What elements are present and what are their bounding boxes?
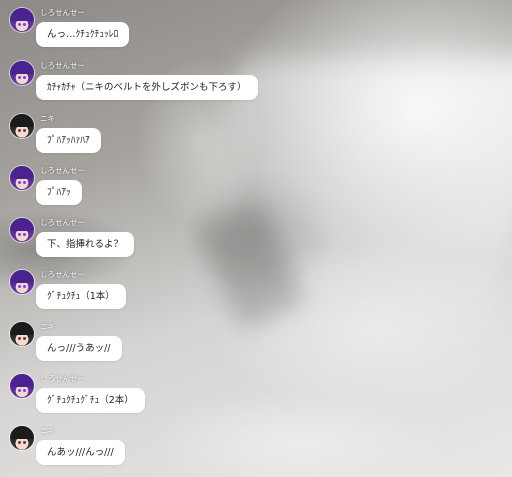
- message-bubble[interactable]: ｸﾞﾁｭｸﾁｭｸﾞﾁｭ（2本）: [36, 388, 145, 413]
- chat-message-list[interactable]: しろせんせー んっ…ｸﾁｭｸﾁｭｯﾚﾛ しろせんせー ｶﾁｬｶﾁｬ（ニキのベルト…: [0, 0, 512, 477]
- message-bubble[interactable]: ﾌﾟﾊｱｯ: [36, 180, 82, 205]
- message-bubble[interactable]: 下、指挿れるよ？: [36, 232, 135, 257]
- sender-name: しろせんせー: [40, 8, 85, 17]
- sender-name: ニキ: [40, 114, 55, 123]
- avatar[interactable]: [10, 218, 34, 242]
- message-bubble[interactable]: ﾌﾟﾊｱｯﾊｧﾊｱ: [36, 128, 101, 153]
- message-bubble[interactable]: んあッ///んっ///: [36, 440, 125, 465]
- avatar[interactable]: [10, 114, 34, 138]
- message-bubble[interactable]: ｶﾁｬｶﾁｬ（ニキのベルトを外しズボンも下ろす）: [36, 75, 258, 100]
- sender-name: しろせんせー: [40, 218, 85, 227]
- message-bubble[interactable]: ｸﾞﾁｭｸﾁｭ（1本）: [36, 284, 126, 309]
- message-bubble[interactable]: んっ///うあッ//: [36, 336, 122, 361]
- avatar[interactable]: [10, 322, 34, 346]
- sender-name: しろせんせー: [40, 374, 85, 383]
- avatar[interactable]: [10, 374, 34, 398]
- sender-name: しろせんせー: [40, 61, 85, 70]
- sender-name: しろせんせー: [40, 270, 85, 279]
- avatar[interactable]: [10, 166, 34, 190]
- avatar[interactable]: [10, 61, 34, 85]
- avatar[interactable]: [10, 270, 34, 294]
- message-bubble[interactable]: んっ…ｸﾁｭｸﾁｭｯﾚﾛ: [36, 22, 130, 47]
- sender-name: ニキ: [40, 426, 55, 435]
- avatar[interactable]: [10, 8, 34, 32]
- sender-name: しろせんせー: [40, 166, 85, 175]
- sender-name: ニキ: [40, 322, 55, 331]
- avatar[interactable]: [10, 426, 34, 450]
